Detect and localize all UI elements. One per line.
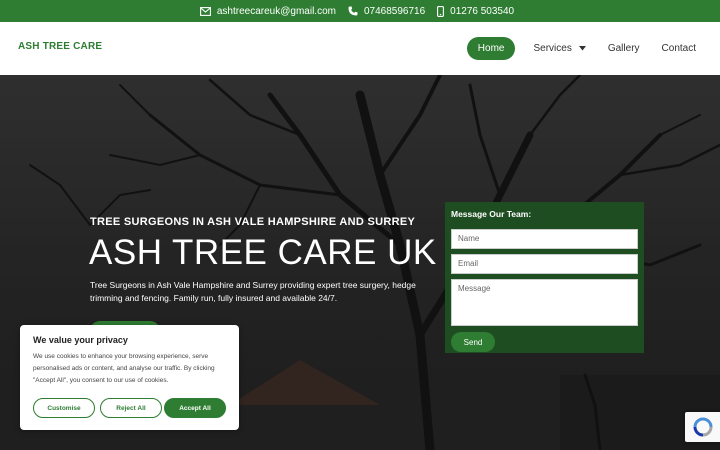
cookie-title: We value your privacy [33,335,128,345]
chevron-down-icon [578,46,586,51]
hero-description: Tree Surgeons in Ash Vale Hampshire and … [90,280,416,303]
envelope-icon [199,6,211,16]
contact-phone-2[interactable]: 01276 503540 [450,6,514,17]
top-contact-bar: ashtreecareuk@gmail.com 07468596716 0127… [0,0,720,22]
hero-title: ASH TREE CARE UK [89,233,437,272]
mobile-icon [437,5,445,17]
accept-all-button[interactable]: Accept All [164,398,226,418]
contact-form: Message Our Team: Name Email Message Sen… [445,202,644,353]
nav-contact[interactable]: Contact [658,37,700,60]
send-button[interactable]: Send [451,332,495,352]
site-logo[interactable]: ASH TREE CARE [18,41,102,52]
form-label: Message Our Team: [451,209,532,219]
site-header: ASH TREE CARE Home Services Gallery Cont… [0,22,720,75]
cookie-consent-dialog: We value your privacy We use cookies to … [20,325,239,430]
hero-subtitle: TREE SURGEONS IN ASH VALE HAMPSHIRE AND … [90,216,416,228]
nav-gallery[interactable]: Gallery [604,37,644,60]
main-nav: Home Services Gallery Contact [466,37,700,60]
recaptcha-badge[interactable] [685,412,720,442]
phone-icon [348,6,358,16]
nav-services[interactable]: Services [529,37,589,60]
message-field[interactable]: Message [451,279,638,326]
email-field[interactable]: Email [451,254,638,274]
customise-button[interactable]: Customise [33,398,95,418]
contact-email[interactable]: ashtreecareuk@gmail.com [217,6,336,17]
nav-home[interactable]: Home [466,37,516,60]
reject-all-button[interactable]: Reject All [100,398,162,418]
contact-phone-1[interactable]: 07468596716 [364,6,425,17]
recaptcha-icon [693,417,712,437]
nav-services-label: Services [533,43,572,54]
name-field[interactable]: Name [451,229,638,249]
cookie-text: We use cookies to enhance your browsing … [33,353,215,384]
